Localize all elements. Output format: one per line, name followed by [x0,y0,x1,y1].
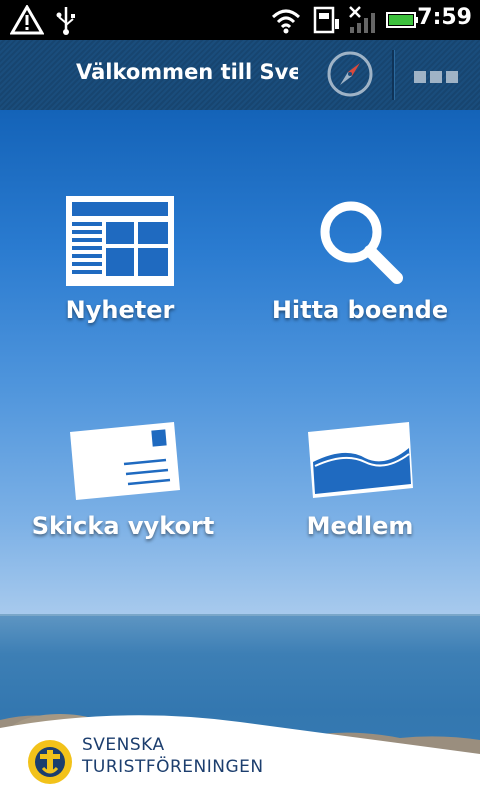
tile-member-label: Medlem [306,512,414,540]
tile-find-lodging-label: Hitta boende [271,296,449,324]
tile-find-lodging[interactable]: Hitta boende [270,194,450,324]
battery-icon [386,12,418,28]
main-content: Nyheter Hitta boende Skicka vykort Medle… [0,110,480,800]
brand-line-1: SVENSKA [82,735,165,755]
tile-postcard[interactable]: Skicka vykort [28,420,218,540]
tile-postcard-label: Skicka vykort [31,512,215,540]
title-bar: Välkommen till Sve [0,40,480,111]
warning-icon [10,5,44,35]
menu-dots-icon[interactable] [414,68,462,87]
status-bar: 7:59 [0,0,480,40]
usb-icon [56,7,75,35]
status-time: 7:59 [417,5,472,30]
tile-member[interactable]: Medlem [290,420,430,540]
newspaper-icon [66,196,174,286]
page-title: Välkommen till Sve [76,60,298,84]
compass-icon[interactable] [326,50,374,98]
brand-name: SVENSKA TURISTFÖRENINGEN [82,734,264,778]
search-icon [320,201,403,284]
stf-logo-icon [28,740,72,784]
wifi-icon [271,9,301,34]
postcard-icon [70,422,180,500]
tile-news[interactable]: Nyheter [50,194,190,324]
signal-icon [349,6,375,33]
tile-news-label: Nyheter [65,296,175,324]
brand-line-2: TURISTFÖRENINGEN [82,757,264,777]
title-divider [392,50,395,100]
sim-icon [313,6,339,34]
member-card-icon [308,422,413,498]
